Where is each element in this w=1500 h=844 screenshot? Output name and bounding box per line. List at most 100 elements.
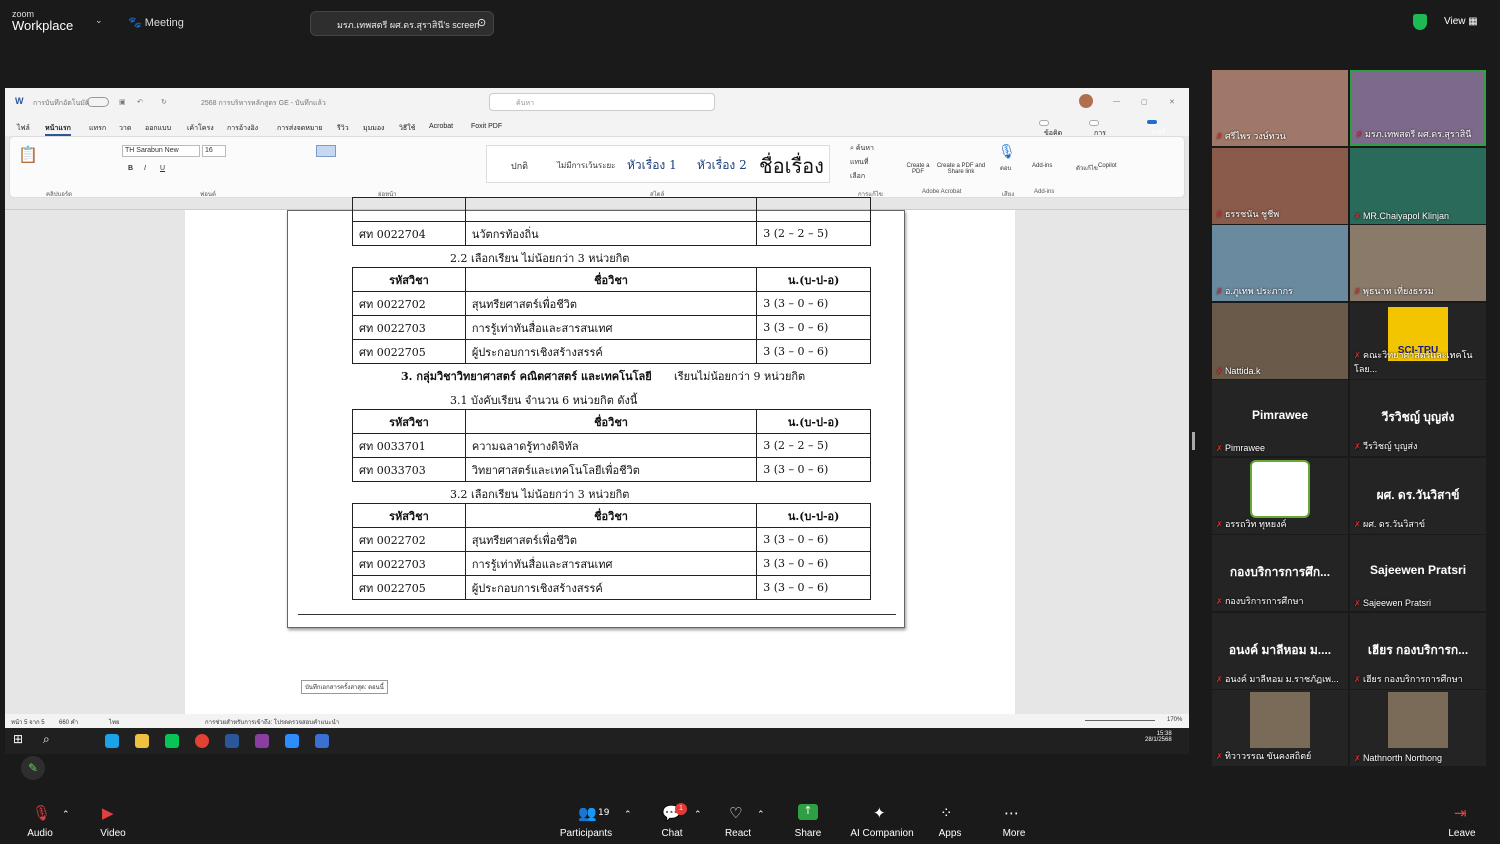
- comments-button[interactable]: ข้อคิดเห็น: [1039, 120, 1062, 148]
- participant-tile[interactable]: Nathnorth Northong: [1350, 690, 1486, 766]
- minimize-icon[interactable]: —: [1113, 98, 1120, 105]
- microphone-muted-icon[interactable]: 🎙: [32, 804, 51, 822]
- chevron-up-icon[interactable]: ⌃: [694, 810, 702, 820]
- ai-companion-icon[interactable]: ✦: [873, 804, 886, 822]
- participant-tile[interactable]: ผศ. ดร.วันวิสาข์ผศ. ดร.วันวิสาข์: [1350, 457, 1486, 534]
- style-option[interactable]: ไม่มีการเว้นระยะ: [557, 159, 615, 172]
- participant-tile[interactable]: Nattida.k: [1212, 302, 1348, 379]
- menu-tab[interactable]: Foxit PDF: [471, 123, 502, 130]
- participant-tile[interactable]: อนงค์ มาลีหอม ม.... อนงค์ มาลีหอม ม.ราชภั…: [1212, 612, 1348, 689]
- file-explorer-icon[interactable]: [135, 734, 149, 748]
- participant-tile[interactable]: SCI-TRUคณะวิทยาศาสตร์และเทคโนโลย...: [1350, 302, 1486, 379]
- menu-tab[interactable]: การอ้างอิง: [227, 123, 258, 134]
- page-count[interactable]: หน้า 5 จาก 5: [11, 717, 45, 727]
- line-app-icon[interactable]: [165, 734, 179, 748]
- participant-tile[interactable]: อ.ภูเทพ ประภากร: [1212, 225, 1348, 301]
- chevron-up-icon[interactable]: ⌃: [62, 810, 70, 820]
- font-name-select[interactable]: TH Sarabun New: [122, 145, 200, 157]
- word-search-input[interactable]: ค้นหา: [489, 93, 715, 111]
- react-button[interactable]: React: [718, 828, 758, 839]
- search-icon[interactable]: ⌕: [43, 732, 50, 747]
- language-indicator[interactable]: ไทย: [109, 717, 120, 727]
- menu-tab[interactable]: วาด: [119, 123, 131, 134]
- menu-tab[interactable]: วิธีใช้: [399, 123, 415, 134]
- bold-button[interactable]: B: [128, 165, 133, 172]
- close-icon[interactable]: ✕: [1169, 98, 1175, 106]
- leave-button[interactable]: Leave: [1442, 828, 1482, 839]
- participant-tile[interactable]: กองบริการการศึก... กองบริการการศึกษา: [1212, 535, 1348, 611]
- participant-tile[interactable]: ทิวาวรรณ ขันคงสถิตย์: [1212, 690, 1348, 766]
- apps-icon[interactable]: ⁘: [940, 804, 953, 822]
- zoom-level[interactable]: 170%: [1167, 717, 1182, 723]
- microphone-icon[interactable]: 🎙: [998, 143, 1016, 160]
- replace-button[interactable]: แทนที่: [850, 157, 869, 168]
- word-count[interactable]: 660 คำ: [59, 717, 78, 727]
- share-screen-icon[interactable]: ↑: [798, 804, 818, 820]
- audio-button[interactable]: Audio: [20, 828, 60, 839]
- menu-tab[interactable]: แทรก: [89, 123, 106, 134]
- participant-tile[interactable]: พุธนาท เที่ยงธรรม: [1350, 225, 1486, 301]
- windows-start-icon[interactable]: ⊞: [13, 732, 23, 746]
- menu-tab[interactable]: เค้าโครง: [187, 123, 214, 134]
- participants-button[interactable]: Participants: [556, 828, 616, 839]
- copilot-button[interactable]: Copilot: [1098, 163, 1117, 169]
- select-button[interactable]: เลือก: [850, 171, 865, 182]
- editing-mode-button[interactable]: การแก้ไข: [1089, 120, 1111, 148]
- menu-tab[interactable]: ออกแบบ: [145, 123, 171, 134]
- accessibility-checker[interactable]: การช่วยสำหรับการเข้าถึง: โปรดตรวจสอบคำแน…: [205, 717, 339, 727]
- addins-button[interactable]: Add-ins: [1032, 163, 1052, 169]
- find-button[interactable]: ⌕ ค้นหา: [850, 143, 874, 154]
- avatar[interactable]: [1079, 94, 1093, 108]
- chrome-icon[interactable]: [195, 734, 209, 748]
- annotate-pencil-icon[interactable]: ✎: [21, 756, 45, 780]
- video-button[interactable]: Video: [93, 828, 133, 839]
- participant-tile[interactable]: MR.Chaiyapol Klinjan: [1350, 147, 1486, 224]
- style-option[interactable]: หัวเรื่อง 2: [697, 156, 747, 175]
- menu-tab[interactable]: รีวิว: [337, 123, 349, 134]
- redo-icon[interactable]: ↻: [161, 98, 167, 106]
- app-icon[interactable]: [255, 734, 269, 748]
- share-button[interactable]: Share: [788, 828, 828, 839]
- word-taskbar-icon[interactable]: [225, 734, 239, 748]
- ai-companion-button[interactable]: AI Companion: [846, 828, 918, 839]
- save-icon[interactable]: ▣: [119, 98, 126, 106]
- embedded-table-image[interactable]: ศท 0022704 นวัตกรท้องถิ่น 3 (2 – 2 – 5) …: [287, 197, 905, 628]
- menu-tab[interactable]: Acrobat: [429, 123, 453, 130]
- more-button[interactable]: More: [994, 828, 1034, 839]
- menu-tab[interactable]: ไฟล์: [17, 123, 30, 134]
- chevron-up-icon[interactable]: ⌃: [757, 810, 765, 820]
- view-button[interactable]: View ▦: [1444, 16, 1478, 27]
- more-options-icon[interactable]: ⊙: [477, 16, 486, 29]
- apps-button[interactable]: Apps: [930, 828, 970, 839]
- participant-tile[interactable]: เฮียร กองบริการก... เฮียร กองบริการการศึก…: [1350, 612, 1486, 689]
- editor-button[interactable]: ตัวแก้ไข: [1076, 163, 1098, 173]
- style-option[interactable]: หัวเรื่อง 1: [627, 156, 677, 175]
- undo-icon[interactable]: ↶: [137, 98, 143, 106]
- create-pdf-button[interactable]: Create a PDF: [906, 163, 930, 175]
- italic-button[interactable]: I: [144, 165, 146, 172]
- chevron-down-icon[interactable]: ⌄: [95, 16, 103, 26]
- chat-button[interactable]: Chat: [652, 828, 692, 839]
- participant-tile[interactable]: มรภ.เทพสตรี ผศ.ดร.สุราสินี: [1350, 70, 1486, 146]
- menu-tab[interactable]: หน้าแรก: [45, 123, 71, 136]
- screen-share-indicator[interactable]: มรภ.เทพสตรี ผศ.ดร.สุราสินี's screen ⊙: [310, 11, 494, 36]
- share-doc-button[interactable]: แชร์: [1147, 120, 1165, 136]
- leave-door-icon[interactable]: ⇥: [1454, 804, 1467, 822]
- more-icon[interactable]: ⋯: [1004, 804, 1019, 822]
- participant-tile[interactable]: Pimrawee Pimrawee: [1212, 380, 1348, 456]
- security-shield-icon[interactable]: [1413, 14, 1427, 30]
- style-option[interactable]: ปกติ: [511, 159, 528, 173]
- menu-tab[interactable]: มุมมอง: [363, 123, 384, 134]
- maximize-icon[interactable]: ▢: [1141, 98, 1148, 106]
- font-size-select[interactable]: 16: [202, 145, 226, 157]
- chevron-up-icon[interactable]: ⌃: [624, 810, 632, 820]
- edge-icon[interactable]: [105, 734, 119, 748]
- participant-tile[interactable]: วีรวิชญ์ บุญส่งวีรวิชญ์ บุญส่ง: [1350, 380, 1486, 456]
- participants-icon[interactable]: 👥: [578, 804, 597, 822]
- participant-tile[interactable]: อรรถวิท ทุหยงค์: [1212, 457, 1348, 534]
- style-option[interactable]: ชื่อเรื่อง: [759, 150, 824, 182]
- system-clock[interactable]: 15:38 28/1/2568: [1145, 731, 1172, 743]
- underline-button[interactable]: U: [160, 165, 165, 172]
- app-icon[interactable]: [315, 734, 329, 748]
- panel-resize-handle[interactable]: [1192, 432, 1195, 450]
